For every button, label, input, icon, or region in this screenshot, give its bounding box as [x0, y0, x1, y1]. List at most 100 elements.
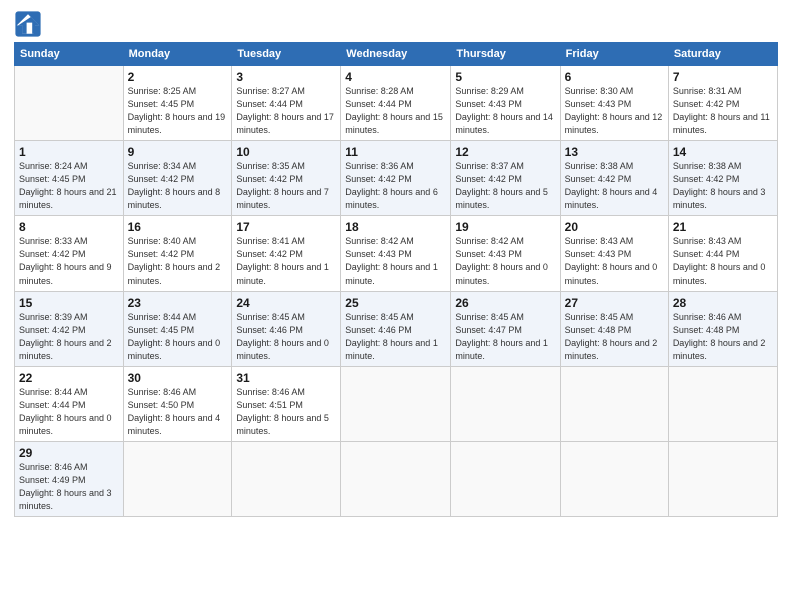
- day-detail: Sunrise: 8:46 AMSunset: 4:51 PMDaylight:…: [236, 386, 336, 438]
- calendar-cell: 8Sunrise: 8:33 AMSunset: 4:42 PMDaylight…: [15, 216, 124, 291]
- weekday-header-cell: Sunday: [15, 43, 124, 66]
- calendar-week-row: 15Sunrise: 8:39 AMSunset: 4:42 PMDayligh…: [15, 291, 778, 366]
- calendar-week-row: 1Sunrise: 8:24 AMSunset: 4:45 PMDaylight…: [15, 141, 778, 216]
- day-detail: Sunrise: 8:44 AMSunset: 4:45 PMDaylight:…: [128, 311, 228, 363]
- day-detail: Sunrise: 8:38 AMSunset: 4:42 PMDaylight:…: [565, 160, 664, 212]
- weekday-header-row: SundayMondayTuesdayWednesdayThursdayFrid…: [15, 43, 778, 66]
- calendar-cell: 28Sunrise: 8:46 AMSunset: 4:48 PMDayligh…: [668, 291, 777, 366]
- calendar-cell: [232, 441, 341, 516]
- day-detail: Sunrise: 8:27 AMSunset: 4:44 PMDaylight:…: [236, 85, 336, 137]
- day-number: 8: [19, 220, 119, 234]
- day-number: 29: [19, 446, 119, 460]
- day-number: 10: [236, 145, 336, 159]
- calendar-cell: 23Sunrise: 8:44 AMSunset: 4:45 PMDayligh…: [123, 291, 232, 366]
- day-detail: Sunrise: 8:43 AMSunset: 4:44 PMDaylight:…: [673, 235, 773, 287]
- day-detail: Sunrise: 8:29 AMSunset: 4:43 PMDaylight:…: [455, 85, 555, 137]
- calendar-cell: [560, 366, 668, 441]
- calendar-cell: 15Sunrise: 8:39 AMSunset: 4:42 PMDayligh…: [15, 291, 124, 366]
- calendar-cell: 30Sunrise: 8:46 AMSunset: 4:50 PMDayligh…: [123, 366, 232, 441]
- day-number: 6: [565, 70, 664, 84]
- day-number: 4: [345, 70, 446, 84]
- day-number: 24: [236, 296, 336, 310]
- day-detail: Sunrise: 8:44 AMSunset: 4:44 PMDaylight:…: [19, 386, 119, 438]
- day-number: 27: [565, 296, 664, 310]
- day-number: 31: [236, 371, 336, 385]
- calendar-cell: 24Sunrise: 8:45 AMSunset: 4:46 PMDayligh…: [232, 291, 341, 366]
- logo: [14, 10, 46, 38]
- calendar-cell: 10Sunrise: 8:35 AMSunset: 4:42 PMDayligh…: [232, 141, 341, 216]
- calendar-cell: 27Sunrise: 8:45 AMSunset: 4:48 PMDayligh…: [560, 291, 668, 366]
- calendar-cell: 11Sunrise: 8:36 AMSunset: 4:42 PMDayligh…: [341, 141, 451, 216]
- header: [14, 10, 778, 38]
- day-number: 11: [345, 145, 446, 159]
- calendar-cell: 3Sunrise: 8:27 AMSunset: 4:44 PMDaylight…: [232, 66, 341, 141]
- day-number: 25: [345, 296, 446, 310]
- day-number: 13: [565, 145, 664, 159]
- weekday-header-cell: Thursday: [451, 43, 560, 66]
- day-number: 26: [455, 296, 555, 310]
- logo-icon: [14, 10, 42, 38]
- day-detail: Sunrise: 8:37 AMSunset: 4:42 PMDaylight:…: [455, 160, 555, 212]
- day-number: 20: [565, 220, 664, 234]
- calendar-cell: [341, 441, 451, 516]
- day-detail: Sunrise: 8:45 AMSunset: 4:46 PMDaylight:…: [236, 311, 336, 363]
- calendar-cell: [15, 66, 124, 141]
- day-number: 5: [455, 70, 555, 84]
- calendar-cell: 12Sunrise: 8:37 AMSunset: 4:42 PMDayligh…: [451, 141, 560, 216]
- day-number: 3: [236, 70, 336, 84]
- calendar-table: SundayMondayTuesdayWednesdayThursdayFrid…: [14, 42, 778, 517]
- calendar-cell: [123, 441, 232, 516]
- calendar-cell: [560, 441, 668, 516]
- day-number: 9: [128, 145, 228, 159]
- day-detail: Sunrise: 8:46 AMSunset: 4:50 PMDaylight:…: [128, 386, 228, 438]
- day-detail: Sunrise: 8:24 AMSunset: 4:45 PMDaylight:…: [19, 160, 119, 212]
- day-number: 14: [673, 145, 773, 159]
- calendar-cell: 16Sunrise: 8:40 AMSunset: 4:42 PMDayligh…: [123, 216, 232, 291]
- day-detail: Sunrise: 8:36 AMSunset: 4:42 PMDaylight:…: [345, 160, 446, 212]
- day-detail: Sunrise: 8:45 AMSunset: 4:47 PMDaylight:…: [455, 311, 555, 363]
- day-number: 22: [19, 371, 119, 385]
- calendar-cell: 26Sunrise: 8:45 AMSunset: 4:47 PMDayligh…: [451, 291, 560, 366]
- calendar-cell: 6Sunrise: 8:30 AMSunset: 4:43 PMDaylight…: [560, 66, 668, 141]
- calendar-cell: 9Sunrise: 8:34 AMSunset: 4:42 PMDaylight…: [123, 141, 232, 216]
- day-detail: Sunrise: 8:35 AMSunset: 4:42 PMDaylight:…: [236, 160, 336, 212]
- day-detail: Sunrise: 8:42 AMSunset: 4:43 PMDaylight:…: [345, 235, 446, 287]
- calendar-cell: 21Sunrise: 8:43 AMSunset: 4:44 PMDayligh…: [668, 216, 777, 291]
- day-number: 16: [128, 220, 228, 234]
- day-number: 1: [19, 145, 119, 159]
- calendar-week-row: 29Sunrise: 8:46 AMSunset: 4:49 PMDayligh…: [15, 441, 778, 516]
- calendar-cell: [668, 366, 777, 441]
- calendar-cell: 17Sunrise: 8:41 AMSunset: 4:42 PMDayligh…: [232, 216, 341, 291]
- day-detail: Sunrise: 8:41 AMSunset: 4:42 PMDaylight:…: [236, 235, 336, 287]
- day-number: 30: [128, 371, 228, 385]
- day-detail: Sunrise: 8:42 AMSunset: 4:43 PMDaylight:…: [455, 235, 555, 287]
- calendar-cell: [451, 441, 560, 516]
- day-detail: Sunrise: 8:38 AMSunset: 4:42 PMDaylight:…: [673, 160, 773, 212]
- weekday-header-cell: Saturday: [668, 43, 777, 66]
- day-number: 18: [345, 220, 446, 234]
- weekday-header-cell: Tuesday: [232, 43, 341, 66]
- day-detail: Sunrise: 8:33 AMSunset: 4:42 PMDaylight:…: [19, 235, 119, 287]
- calendar-cell: 25Sunrise: 8:45 AMSunset: 4:46 PMDayligh…: [341, 291, 451, 366]
- day-number: 17: [236, 220, 336, 234]
- calendar-cell: [451, 366, 560, 441]
- day-number: 2: [128, 70, 228, 84]
- calendar-cell: 13Sunrise: 8:38 AMSunset: 4:42 PMDayligh…: [560, 141, 668, 216]
- day-number: 7: [673, 70, 773, 84]
- calendar-cell: 31Sunrise: 8:46 AMSunset: 4:51 PMDayligh…: [232, 366, 341, 441]
- calendar-cell: [668, 441, 777, 516]
- day-detail: Sunrise: 8:46 AMSunset: 4:48 PMDaylight:…: [673, 311, 773, 363]
- day-detail: Sunrise: 8:46 AMSunset: 4:49 PMDaylight:…: [19, 461, 119, 513]
- weekday-header-cell: Wednesday: [341, 43, 451, 66]
- calendar-cell: 29Sunrise: 8:46 AMSunset: 4:49 PMDayligh…: [15, 441, 124, 516]
- calendar-cell: 18Sunrise: 8:42 AMSunset: 4:43 PMDayligh…: [341, 216, 451, 291]
- day-detail: Sunrise: 8:30 AMSunset: 4:43 PMDaylight:…: [565, 85, 664, 137]
- calendar-week-row: 8Sunrise: 8:33 AMSunset: 4:42 PMDaylight…: [15, 216, 778, 291]
- calendar-cell: 2Sunrise: 8:25 AMSunset: 4:45 PMDaylight…: [123, 66, 232, 141]
- calendar-cell: [341, 366, 451, 441]
- day-detail: Sunrise: 8:28 AMSunset: 4:44 PMDaylight:…: [345, 85, 446, 137]
- day-detail: Sunrise: 8:34 AMSunset: 4:42 PMDaylight:…: [128, 160, 228, 212]
- day-number: 15: [19, 296, 119, 310]
- day-number: 23: [128, 296, 228, 310]
- weekday-header-cell: Friday: [560, 43, 668, 66]
